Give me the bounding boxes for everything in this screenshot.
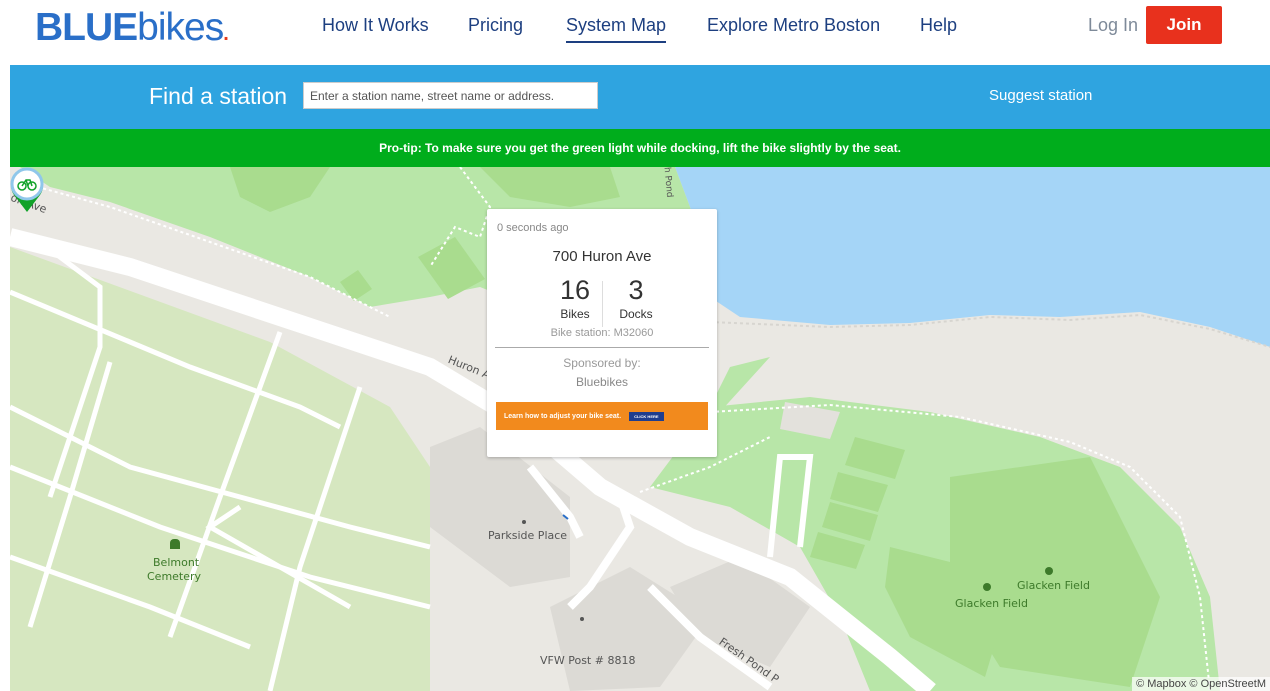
bikes-count-label: Bikes [560,307,590,321]
seat-adjust-banner[interactable]: Learn how to adjust your bike seat. CLIC… [496,402,708,430]
docks-count-value: 3 [628,275,644,305]
map-label-cemetery: Cemetery [147,570,202,583]
find-station-bar: Find a station Suggest station [10,65,1270,129]
station-popup: 0 seconds ago 700 Huron Ave 16 Bikes 3 D… [487,209,717,457]
popup-divider [602,281,603,327]
popup-docks-count: 3 Docks [606,275,666,322]
nav-link-pricing[interactable]: Pricing [468,15,523,36]
map-label-parkside-place: Parkside Place [488,529,568,542]
map-label-belmont: Belmont [153,556,200,569]
tree-icon [983,583,991,591]
suggest-station-link[interactable]: Suggest station [989,87,1092,104]
popup-bikes-count: 16 Bikes [545,275,605,322]
nav-link-explore-metro-boston[interactable]: Explore Metro Boston [707,15,880,36]
top-nav: BLUEbikes. How It Works Pricing System M… [0,0,1270,65]
nav-link-help[interactable]: Help [920,15,957,36]
map-label-vfw-post: VFW Post # 8818 [540,654,636,667]
map-label-glacken-field-2: Glacken Field [955,597,1028,610]
station-search-input[interactable] [303,82,598,109]
popup-last-updated: 0 seconds ago [497,222,569,234]
cemetery-icon [170,539,180,549]
login-link[interactable]: Log In [1088,15,1138,36]
join-button[interactable]: Join [1146,6,1222,44]
popup-sponsored-by: Sponsored by: [563,356,641,370]
docks-count-label: Docks [619,307,653,321]
nav-link-how-it-works[interactable]: How It Works [322,15,429,36]
popup-sponsor-name: Bluebikes [575,375,629,389]
popup-station-id: Bike station: M32060 [550,327,654,339]
bikes-count-value: 16 [559,275,591,305]
tree-icon [1045,567,1053,575]
find-station-title: Find a station [149,83,288,109]
map-attribution[interactable]: © Mapbox © OpenStreetM [1132,677,1270,691]
protip-banner: Pro-tip: To make sure you get the green … [10,129,1270,167]
bike-station-marker-icon[interactable] [10,167,44,213]
nav-link-system-map[interactable]: System Map [566,15,667,43]
seat-adjust-banner-text: Learn how to adjust your bike seat. [504,412,622,420]
system-map[interactable]: on Ave Huron A sh Pond Parkside Place Be… [10,167,1270,691]
bluebikes-logo[interactable]: BLUEbikes. [35,6,229,50]
popup-separator [495,347,709,348]
popup-station-name: 700 Huron Ave [552,248,652,265]
map-label-glacken-field-1: Glacken Field [1017,579,1090,592]
seat-adjust-click-button[interactable]: CLICK HERE [629,411,664,421]
